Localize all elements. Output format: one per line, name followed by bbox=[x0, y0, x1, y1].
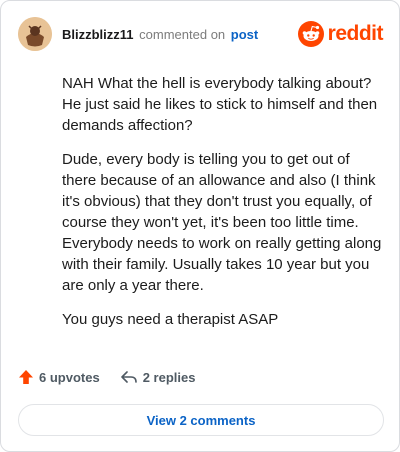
replies-button[interactable]: 2 replies bbox=[120, 369, 196, 385]
reddit-wordmark: reddit bbox=[327, 22, 384, 45]
upvote-button[interactable]: 6 upvotes bbox=[18, 369, 100, 385]
reply-count: 2 replies bbox=[142, 369, 196, 385]
username-link[interactable]: Blizzblizz11 bbox=[62, 27, 134, 42]
reply-arrow-icon bbox=[120, 371, 137, 383]
comment-paragraph: NAH What the hell is everybody talking a… bbox=[62, 75, 378, 134]
comment-actions: 6 upvotes 2 replies bbox=[18, 369, 195, 385]
avatar-icon bbox=[18, 17, 52, 51]
comment-card: Blizzblizz11 commented on post reddit NA… bbox=[0, 0, 400, 452]
commented-text: commented on bbox=[139, 26, 226, 42]
upvote-arrow-icon bbox=[19, 370, 33, 384]
comment-meta: Blizzblizz11 commented on post bbox=[62, 27, 258, 42]
comment-header: Blizzblizz11 commented on post reddit bbox=[18, 16, 384, 52]
comment-paragraph: Dude, every body is telling you to get o… bbox=[62, 151, 382, 294]
comment-paragraph: You guys need a therapist ASAP bbox=[62, 311, 279, 328]
comment-body: NAH What the hell is everybody talking a… bbox=[62, 73, 382, 343]
reddit-snoo-icon bbox=[297, 21, 324, 47]
upvote-count: 6 upvotes bbox=[39, 369, 100, 385]
post-link[interactable]: post bbox=[231, 27, 258, 42]
view-comments-button[interactable]: View 2 comments bbox=[18, 404, 384, 436]
user-avatar[interactable] bbox=[18, 17, 52, 51]
reddit-logo[interactable]: reddit bbox=[297, 21, 384, 47]
